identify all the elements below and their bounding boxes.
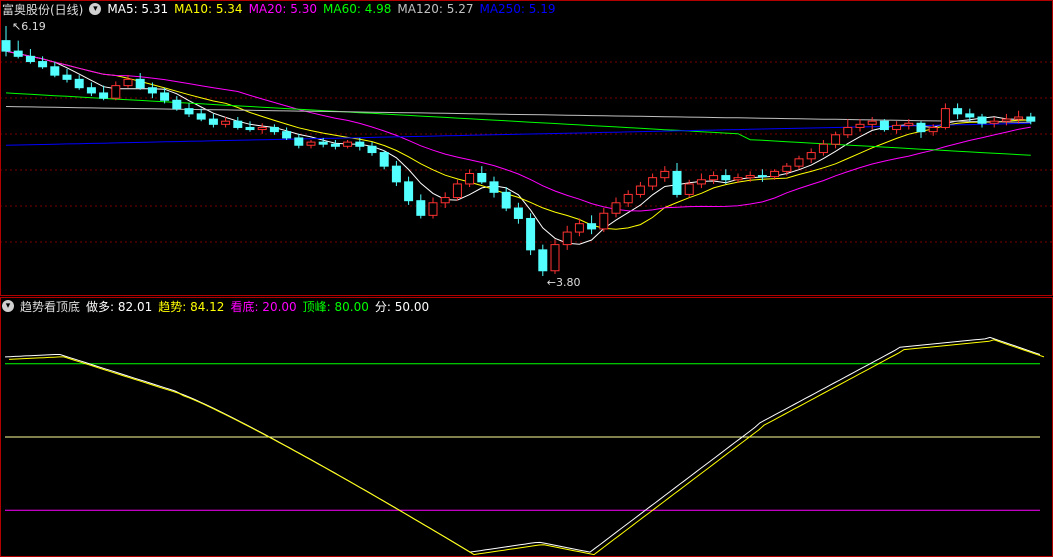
candle-body — [318, 141, 328, 145]
candle-body — [38, 61, 48, 68]
ma120-line — [5, 106, 1031, 123]
candle-body — [513, 207, 523, 219]
low-price-label: ←3.80 — [547, 276, 581, 289]
candle-body — [648, 177, 658, 187]
candle-body — [196, 113, 206, 120]
candle-body — [977, 116, 987, 124]
candle-body — [745, 175, 755, 179]
candle-body — [831, 134, 841, 145]
candle-body — [879, 120, 889, 131]
candle-body — [611, 202, 621, 214]
candle-body — [99, 92, 109, 99]
candle-body — [928, 126, 938, 133]
candle-body — [684, 183, 694, 195]
candle-body — [428, 202, 438, 216]
candle-body — [221, 120, 231, 125]
candle-body — [867, 120, 877, 125]
candle-body — [660, 170, 670, 179]
candle-body — [111, 85, 121, 99]
candle-body — [184, 108, 194, 115]
candle-body — [257, 126, 267, 131]
candle-body — [62, 74, 72, 80]
candlestick-chart: ↖6.19 ←3.80 — [0, 20, 1053, 289]
candle-body — [843, 126, 853, 136]
high-price-label: ↖6.19 — [12, 20, 46, 33]
candle-body — [770, 170, 780, 178]
indicator-pane[interactable]: ▾ 趋势看顶底 做多: 82.01 趋势: 84.12 看底: 20.00 顶峰: 8… — [0, 297, 1053, 557]
candle-body — [367, 145, 377, 154]
candle-body — [74, 78, 84, 89]
candle-body — [855, 123, 865, 128]
candle-body — [916, 122, 926, 133]
candle-body — [818, 143, 828, 154]
candle-body — [452, 183, 462, 199]
trend-line — [8, 339, 1045, 556]
candle-body — [794, 158, 804, 167]
candle-body — [160, 92, 170, 101]
long-line — [4, 336, 1041, 553]
candle-body — [465, 172, 475, 185]
indicator-chart — [4, 336, 1045, 556]
candle-body — [404, 181, 414, 202]
candle-body — [623, 193, 633, 204]
candle-body — [25, 55, 35, 63]
candle-body — [599, 212, 609, 230]
candle-body — [1026, 116, 1036, 122]
candle-body — [355, 141, 365, 147]
candle-body — [501, 191, 511, 209]
candle-body — [416, 200, 426, 216]
candle-body — [562, 231, 572, 246]
candle-body — [282, 131, 292, 139]
candle-body — [696, 179, 706, 185]
ma10-line — [5, 50, 1031, 230]
candle-body — [672, 170, 682, 195]
candle-body — [953, 108, 963, 115]
candle-body — [147, 87, 157, 94]
candle-body — [1014, 116, 1024, 120]
candle-body — [574, 223, 584, 233]
candle-body — [477, 172, 487, 183]
candle-body — [892, 124, 902, 131]
candle-body — [50, 66, 60, 76]
candle-body — [940, 108, 950, 128]
price-chart-pane[interactable]: 富奥股份(日线) ▾ MA5: 5.31 MA10: 5.34 MA20: 5.30… — [0, 0, 1053, 296]
candle-body — [208, 118, 218, 125]
candle-body — [550, 244, 560, 272]
candle-body — [989, 120, 999, 124]
candle-body — [526, 217, 536, 251]
candle-body — [806, 152, 816, 160]
candle-body — [587, 223, 597, 230]
candle-body — [709, 175, 719, 181]
candle-body — [135, 78, 145, 89]
candle-body — [343, 141, 353, 147]
candle-body — [123, 78, 133, 87]
candle-body — [1, 40, 11, 52]
candle-body — [269, 126, 279, 133]
candle-body — [294, 137, 304, 146]
candle-body — [391, 165, 401, 183]
candle-body — [306, 141, 316, 146]
candle-body — [172, 99, 182, 110]
candle-body — [440, 197, 450, 204]
candle-body — [733, 177, 743, 181]
candle-body — [965, 113, 975, 118]
candle-body — [245, 126, 255, 131]
candle-body — [86, 87, 96, 94]
candle-body — [904, 122, 914, 126]
candle-body — [379, 152, 389, 167]
candle-body — [635, 185, 645, 195]
ma20-line — [5, 50, 1031, 212]
ma250-line — [5, 122, 1031, 146]
candle-body — [757, 175, 767, 178]
candle-body — [538, 249, 548, 272]
candle-body — [721, 175, 731, 181]
candle-body — [233, 120, 243, 128]
candle-body — [13, 50, 23, 57]
candle-body — [1001, 118, 1011, 122]
candle-body — [489, 181, 499, 193]
candle-body — [782, 165, 792, 172]
candle-body — [330, 143, 340, 147]
